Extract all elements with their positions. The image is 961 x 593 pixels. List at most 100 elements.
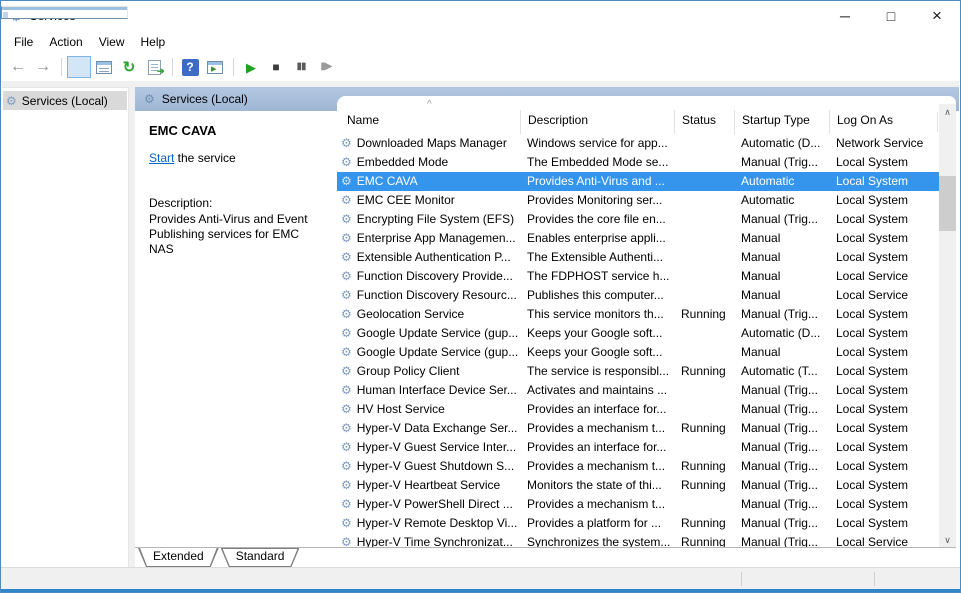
scrollbar-thumb[interactable] xyxy=(939,176,956,231)
table-row[interactable]: ⚙Function Discovery Resourc...Publishes … xyxy=(337,286,939,305)
list-header: ^ Name Description Status Startup Type L… xyxy=(337,96,939,134)
tab-standard[interactable]: Standard xyxy=(221,548,300,567)
service-description-cell: Provides an interface for... xyxy=(520,400,674,419)
table-row[interactable]: ⚙Group Policy ClientThe service is respo… xyxy=(337,362,939,381)
table-row[interactable]: ⚙Google Update Service (gup...Keeps your… xyxy=(337,343,939,362)
service-action-line: Start the service xyxy=(149,151,327,165)
service-name-cell: ⚙Downloaded Maps Manager xyxy=(337,134,520,153)
table-row[interactable]: ⚙Hyper-V Guest Shutdown S...Provides a m… xyxy=(337,457,939,476)
refresh-button[interactable]: ↻ xyxy=(117,56,141,78)
menu-view[interactable]: View xyxy=(91,32,133,52)
close-button[interactable]: × xyxy=(914,1,960,31)
service-startup-type-cell: Automatic (T... xyxy=(734,362,829,381)
service-description-cell: Publishes this computer... xyxy=(520,286,674,305)
service-name-cell: ⚙EMC CAVA xyxy=(337,172,520,191)
service-description-cell: Provides an interface for... xyxy=(520,438,674,457)
scroll-up-button[interactable]: ∧ xyxy=(939,104,956,121)
service-gear-icon: ⚙ xyxy=(341,269,352,283)
table-row[interactable]: ⚙Hyper-V Remote Desktop Vi...Provides a … xyxy=(337,514,939,533)
start-service-button[interactable]: ▶ xyxy=(239,56,263,78)
properties-button[interactable] xyxy=(92,56,116,78)
service-description-cell: Enables enterprise appli... xyxy=(520,229,674,248)
toolbar: ← → ↻ ? ▶ ■ ▮▮ ▮▶ xyxy=(1,53,960,82)
service-startup-type-cell: Manual (Trig... xyxy=(734,400,829,419)
service-logon-cell: Local System xyxy=(829,400,939,419)
restart-service-button[interactable]: ▮▶ xyxy=(314,56,338,78)
show-console-tree-button[interactable] xyxy=(67,56,91,78)
table-row[interactable]: ⚙Human Interface Device Ser...Activates … xyxy=(337,381,939,400)
service-startup-type-cell: Manual (Trig... xyxy=(734,438,829,457)
service-status-cell xyxy=(674,286,734,305)
column-header-status[interactable]: Status xyxy=(674,110,734,134)
table-row[interactable]: ⚙Function Discovery Provide...The FDPHOS… xyxy=(337,267,939,286)
service-gear-icon: ⚙ xyxy=(341,345,352,359)
content-area: ⚙ Services (Local) ⚙ Services (Local) EM… xyxy=(2,82,959,567)
service-startup-type-cell: Manual (Trig... xyxy=(734,381,829,400)
service-status-cell: Running xyxy=(674,514,734,533)
table-row[interactable]: ⚙Hyper-V Heartbeat ServiceMonitors the s… xyxy=(337,476,939,495)
service-logon-cell: Local System xyxy=(829,324,939,343)
vertical-scrollbar[interactable]: ∧ ∨ xyxy=(939,104,956,549)
table-row[interactable]: ⚙Downloaded Maps ManagerWindows service … xyxy=(337,134,939,153)
minimize-button[interactable]: ─ xyxy=(822,1,868,31)
services-gear-icon: ⚙ xyxy=(144,92,155,106)
column-header-description[interactable]: Description xyxy=(520,110,674,134)
table-row[interactable]: ⚙Hyper-V PowerShell Direct ...Provides a… xyxy=(337,495,939,514)
service-logon-cell: Local Service xyxy=(829,286,939,305)
table-row[interactable]: ⚙Hyper-V Guest Service Inter...Provides … xyxy=(337,438,939,457)
maximize-button[interactable]: □ xyxy=(868,1,914,31)
service-name-cell: ⚙Geolocation Service xyxy=(337,305,520,324)
title-bar[interactable]: ⚙ Services ─ □ × xyxy=(1,1,960,31)
table-row[interactable]: ⚙Encrypting File System (EFS)Provides th… xyxy=(337,210,939,229)
export-list-button[interactable] xyxy=(142,56,166,78)
service-logon-cell: Local System xyxy=(829,305,939,324)
table-row[interactable]: ⚙Extensible Authentication P...The Exten… xyxy=(337,248,939,267)
service-description-cell: The FDPHOST service h... xyxy=(520,267,674,286)
help-button[interactable]: ? xyxy=(178,56,202,78)
table-row[interactable]: ⚙EMC CEE MonitorProvides Monitoring ser.… xyxy=(337,191,939,210)
service-startup-type-cell: Manual xyxy=(734,229,829,248)
column-header-name[interactable]: Name xyxy=(337,110,520,134)
service-gear-icon: ⚙ xyxy=(341,516,352,530)
table-row[interactable]: ⚙HV Host ServiceProvides an interface fo… xyxy=(337,400,939,419)
menu-file[interactable]: File xyxy=(6,32,41,52)
service-logon-cell: Local System xyxy=(829,476,939,495)
service-startup-type-cell: Manual (Trig... xyxy=(734,153,829,172)
tab-extended[interactable]: Extended xyxy=(138,548,219,567)
extended-info-panel: EMC CAVA Start the service Description: … xyxy=(135,111,337,547)
tree-item-services-local[interactable]: ⚙ Services (Local) xyxy=(3,91,127,110)
service-name-cell: ⚙Hyper-V Guest Shutdown S... xyxy=(337,457,520,476)
menu-help[interactable]: Help xyxy=(133,32,174,52)
show-action-pane-button[interactable] xyxy=(203,56,227,78)
stop-service-button[interactable]: ■ xyxy=(264,56,288,78)
status-bar xyxy=(1,567,960,589)
table-row[interactable]: ⚙Hyper-V Data Exchange Ser...Provides a … xyxy=(337,419,939,438)
service-gear-icon: ⚙ xyxy=(341,288,352,302)
table-row[interactable]: ⚙Enterprise App Managemen...Enables ente… xyxy=(337,229,939,248)
selected-service-name: EMC CAVA xyxy=(149,123,327,138)
service-startup-type-cell: Manual (Trig... xyxy=(734,514,829,533)
service-startup-type-cell: Manual (Trig... xyxy=(734,419,829,438)
tree-item-label: Services (Local) xyxy=(22,94,108,108)
table-row[interactable]: ⚙Geolocation ServiceThis service monitor… xyxy=(337,305,939,324)
service-description-cell: Activates and maintains ... xyxy=(520,381,674,400)
service-description-cell: The Extensible Authenti... xyxy=(520,248,674,267)
back-button[interactable]: ← xyxy=(6,56,30,78)
sort-ascending-icon: ^ xyxy=(427,99,432,110)
service-startup-type-cell: Manual (Trig... xyxy=(734,457,829,476)
service-description: Provides Anti-Virus and Event Publishing… xyxy=(149,212,327,257)
service-name-cell: ⚙Encrypting File System (EFS) xyxy=(337,210,520,229)
forward-button[interactable]: → xyxy=(31,56,55,78)
table-row[interactable]: ⚙Embedded ModeThe Embedded Mode se...Man… xyxy=(337,153,939,172)
service-status-cell xyxy=(674,381,734,400)
pause-service-button[interactable]: ▮▮ xyxy=(289,56,313,78)
menu-action[interactable]: Action xyxy=(41,32,90,52)
service-gear-icon: ⚙ xyxy=(341,497,352,511)
column-header-log-on-as[interactable]: Log On As xyxy=(829,110,942,134)
table-row[interactable]: ⚙Google Update Service (gup...Keeps your… xyxy=(337,324,939,343)
console-tree-panel: ⚙ Services (Local) xyxy=(2,87,129,567)
start-service-link[interactable]: Start xyxy=(149,151,174,165)
service-name-cell: ⚙Google Update Service (gup... xyxy=(337,343,520,362)
table-row[interactable]: ⚙EMC CAVAProvides Anti-Virus and ...Auto… xyxy=(337,172,939,191)
column-header-startup-type[interactable]: Startup Type xyxy=(734,110,829,134)
